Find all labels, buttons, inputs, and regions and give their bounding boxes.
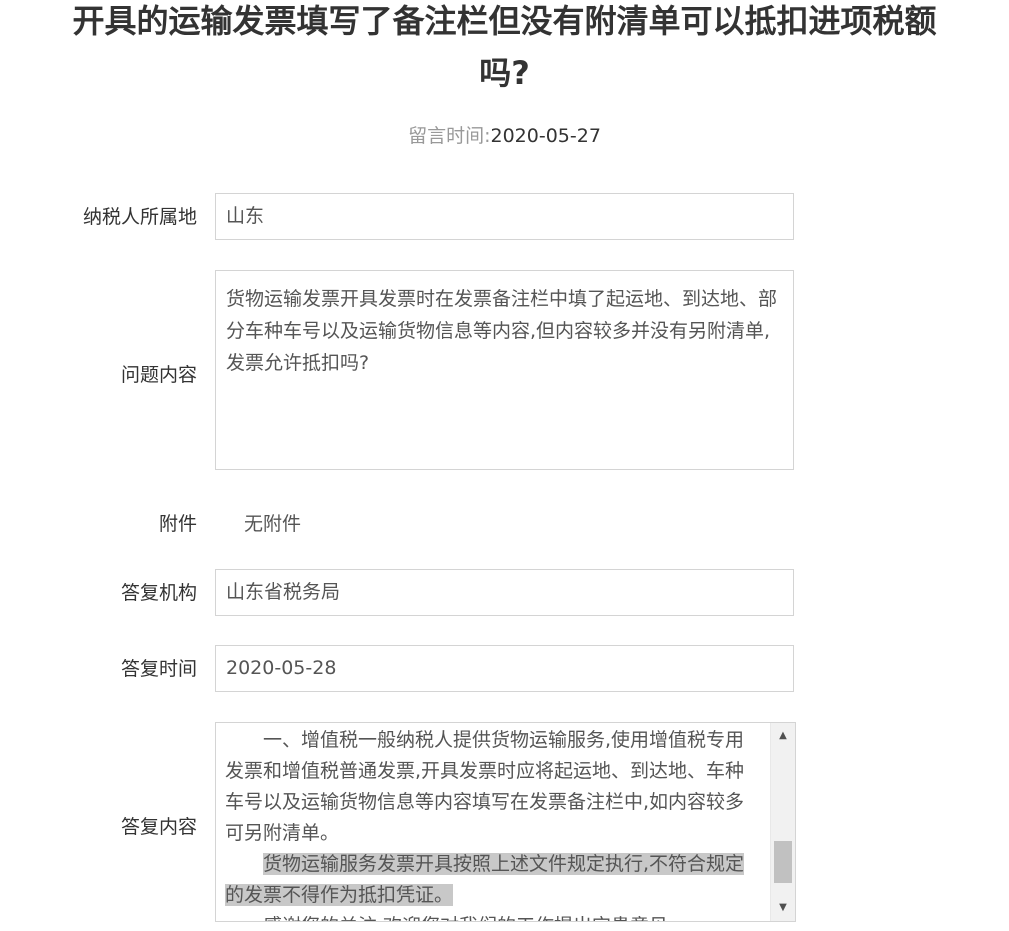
attachment-value: 无附件 (244, 513, 302, 535)
title-line-1: 开具的运输发票填写了备注栏但没有附清单可以抵扣进项税额 (72, 2, 937, 40)
message-time-label: 留言时间: (408, 125, 491, 147)
scroll-up-icon[interactable]: ▲ (771, 726, 795, 746)
reply-org-label: 答复机构 (120, 582, 197, 604)
reply-paragraph-3: 感谢您的关注,欢迎您对我们的工作提出宝贵意见。 (225, 911, 760, 921)
reply-paragraph-1: 一、增值税一般纳税人提供货物运输服务,使用增值税专用发票和增值税普通发票,开具发… (225, 729, 745, 844)
reply-org-field[interactable]: 山东省税务局 (215, 569, 794, 616)
reply-time-label: 答复时间 (120, 658, 197, 680)
taxpayer-location-label: 纳税人所属地 (82, 206, 197, 228)
message-time: 留言时间:2020-05-27 (0, 122, 1009, 150)
reply-paragraph-2: 货物运输服务发票开具按照上述文件规定执行,不符合规定的发票不得作为抵扣凭证。 (225, 849, 760, 911)
scroll-down-icon[interactable]: ▼ (771, 898, 795, 918)
question-field[interactable]: 货物运输发票开具发票时在发票备注栏中填了起运地、到达地、部分车种车号以及运输货物… (215, 270, 794, 470)
reply-content-text[interactable]: 一、增值税一般纳税人提供货物运输服务,使用增值税专用发票和增值税普通发票,开具发… (225, 725, 760, 921)
message-time-value: 2020-05-27 (490, 125, 601, 147)
attachment-label: 附件 (158, 513, 197, 535)
taxpayer-location-field[interactable]: 山东 (215, 193, 794, 240)
reply-paragraph-3-clipped: 感谢您的关注,欢迎您对我们的工作提出宝贵意见。 (225, 911, 760, 921)
title-line-2: 吗? (479, 54, 530, 92)
reply-paragraph-2-highlight: 货物运输服务发票开具按照上述文件规定执行,不符合规定的发票不得作为抵扣凭证。 (225, 853, 745, 906)
reply-content-scrollbar[interactable]: ▲ ▼ (770, 723, 795, 921)
reply-content-field[interactable]: 一、增值税一般纳税人提供货物运输服务,使用增值税专用发票和增值税普通发票,开具发… (215, 722, 796, 922)
question-label: 问题内容 (120, 364, 197, 386)
reply-content-label: 答复内容 (120, 816, 197, 838)
reply-time-field[interactable]: 2020-05-28 (215, 645, 794, 692)
scroll-thumb[interactable] (774, 841, 792, 883)
